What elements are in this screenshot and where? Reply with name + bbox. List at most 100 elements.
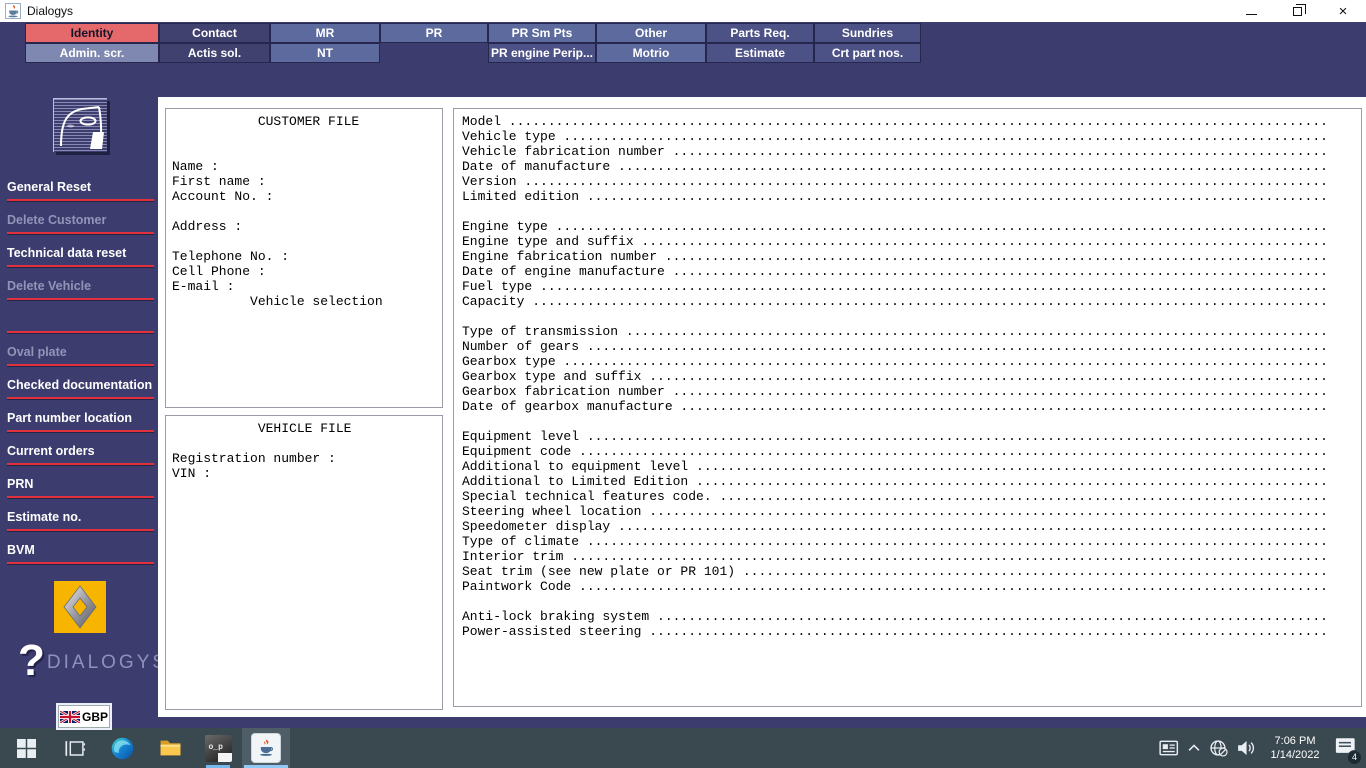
tab-label: PR engine Perip... — [490, 46, 594, 60]
minimize-button[interactable] — [1228, 0, 1274, 22]
hidden-icons-chevron[interactable] — [1188, 744, 1200, 752]
clp-app-button[interactable]: o_p — [194, 728, 242, 768]
detail-line: Special technical features code. .......… — [462, 489, 1328, 504]
detail-line: Paintwork Code .........................… — [462, 579, 1328, 594]
sidebar-item[interactable]: Part number location — [0, 399, 158, 432]
clock-date: 1/14/2022 — [1270, 749, 1320, 761]
vehicle-field-label: VIN : — [172, 466, 212, 481]
tab[interactable] — [380, 43, 488, 63]
tab-label: Actis sol. — [187, 46, 242, 60]
vehicle-details-panel: Model ..................................… — [453, 108, 1362, 707]
sidebar-item-label: BVM — [7, 543, 35, 557]
sidebar-item-label: Estimate no. — [7, 510, 82, 524]
sidebar-item[interactable] — [0, 300, 158, 333]
sidebar-item-label: Oval plate — [7, 345, 67, 359]
content-area: CUSTOMER FILE Name : First name : Account N… — [158, 97, 1366, 717]
notification-count-badge: 4 — [1347, 749, 1362, 765]
detail-line — [462, 309, 1353, 324]
taskbar: o_p 7:06 PM 1/14/2022 4 — [0, 728, 1366, 768]
vehicle-field-label — [172, 436, 436, 451]
dialogys-logo-text: DIALOGYS — [46, 652, 169, 673]
file-explorer-icon — [160, 740, 180, 756]
sidebar-item[interactable]: PRN — [0, 465, 158, 498]
tab[interactable]: Estimate — [706, 43, 814, 63]
tab[interactable]: Parts Req. — [706, 23, 814, 43]
sidebar-item[interactable]: BVM — [0, 531, 158, 564]
separator-line — [7, 496, 154, 498]
tab[interactable]: Identity — [25, 23, 159, 43]
sidebar-item[interactable]: General Reset — [0, 168, 158, 201]
separator-line — [7, 562, 154, 564]
sidebar-item[interactable]: Delete Customer — [0, 201, 158, 234]
java-dialogys-button[interactable] — [242, 728, 290, 768]
customer-file-panel: CUSTOMER FILE Name : First name : Account N… — [165, 108, 443, 408]
network-status-button[interactable] — [1209, 739, 1228, 757]
task-view-button[interactable] — [50, 728, 98, 768]
tab[interactable]: Other — [596, 23, 706, 43]
close-button[interactable]: × — [1320, 0, 1366, 22]
action-center-button[interactable]: 4 — [1335, 737, 1362, 765]
detail-line: Model ..................................… — [462, 114, 1328, 129]
tab[interactable]: Sundries — [814, 23, 921, 43]
clock[interactable]: 7:06 PM 1/14/2022 — [1264, 734, 1326, 762]
customer-field-label — [172, 144, 436, 159]
customer-file-lines: CUSTOMER FILE Name : First name : Account N… — [172, 114, 436, 294]
customer-field-label: CUSTOMER FILE — [172, 114, 360, 129]
customer-field-label — [172, 204, 436, 219]
restore-button[interactable] — [1274, 0, 1320, 22]
volume-button[interactable] — [1237, 739, 1255, 757]
file-explorer-button[interactable] — [146, 728, 194, 768]
tab-label: PR — [425, 26, 443, 40]
detail-line: Capacity ...............................… — [462, 294, 1328, 309]
customer-field-label: Telephone No. : — [172, 249, 290, 264]
tab[interactable]: Contact — [159, 23, 270, 43]
currency-button[interactable]: GBP — [56, 703, 112, 730]
detail-line: Vehicle fabrication number .............… — [462, 144, 1328, 159]
tab-label: MR — [315, 26, 335, 40]
tab[interactable]: Crt part nos. — [814, 43, 921, 63]
detail-line: Vehicle type ...........................… — [462, 129, 1328, 144]
tab[interactable]: PR — [380, 23, 488, 43]
detail-line: Engine type and suffix .................… — [462, 234, 1328, 249]
sidebar-item-label: Checked documentation — [7, 378, 153, 392]
sidebar-item-label: Part number location — [7, 411, 133, 425]
tab[interactable]: NT — [270, 43, 380, 63]
separator-line — [7, 397, 154, 399]
tab-row-1: Identity Contact MR PR PR Sm Pts Other Parts R… — [25, 23, 921, 43]
tab[interactable]: MR — [270, 23, 380, 43]
edge-browser-button[interactable] — [98, 728, 146, 768]
detail-line: Engine fabrication number ..............… — [462, 249, 1328, 264]
car-icon — [53, 98, 107, 152]
detail-line: Type of transmission ...................… — [462, 324, 1328, 339]
tab[interactable]: PR Sm Pts — [488, 23, 596, 43]
detail-line: Equipment code .........................… — [462, 444, 1328, 459]
detail-line: Interior trim ..........................… — [462, 549, 1328, 564]
customer-field-label: Name : — [172, 159, 219, 174]
window-title: Dialogys — [27, 4, 74, 18]
system-tray: 7:06 PM 1/14/2022 4 — [1159, 734, 1366, 765]
sidebar-item[interactable]: Current orders — [0, 432, 158, 465]
sidebar-item[interactable]: Checked documentation — [0, 366, 158, 399]
detail-line: Engine type ............................… — [462, 219, 1328, 234]
tab-row-2: Admin. scr. Actis sol. NT PR engine Perip..… — [25, 43, 921, 63]
tab[interactable]: Actis sol. — [159, 43, 270, 63]
tab[interactable]: PR engine Perip... — [488, 43, 596, 63]
sidebar-item[interactable]: Technical data reset — [0, 234, 158, 267]
sidebar-item[interactable]: Delete Vehicle — [0, 267, 158, 300]
tab[interactable]: Motrio — [596, 43, 706, 63]
separator-line — [7, 463, 154, 465]
customer-field-label: Address : — [172, 219, 243, 234]
tab-label: Motrio — [632, 46, 670, 60]
tab[interactable]: Admin. scr. — [25, 43, 159, 63]
vehicle-file-panel: VEHICLE FILE Registration number : VIN : — [165, 415, 443, 710]
news-widget-button[interactable] — [1159, 739, 1179, 757]
sidebar-item[interactable]: Estimate no. — [0, 498, 158, 531]
separator-line — [7, 430, 154, 432]
start-button[interactable] — [2, 728, 50, 768]
sidebar: General Reset Delete Customer Technical … — [0, 97, 165, 730]
vehicle-field-label: Registration number : — [172, 451, 336, 466]
sidebar-item[interactable]: Oval plate — [0, 333, 158, 366]
separator-line — [7, 364, 154, 366]
vehicle-selection-link[interactable]: Vehicle selection — [172, 294, 436, 309]
clp-app-icon: o_p — [204, 734, 232, 762]
